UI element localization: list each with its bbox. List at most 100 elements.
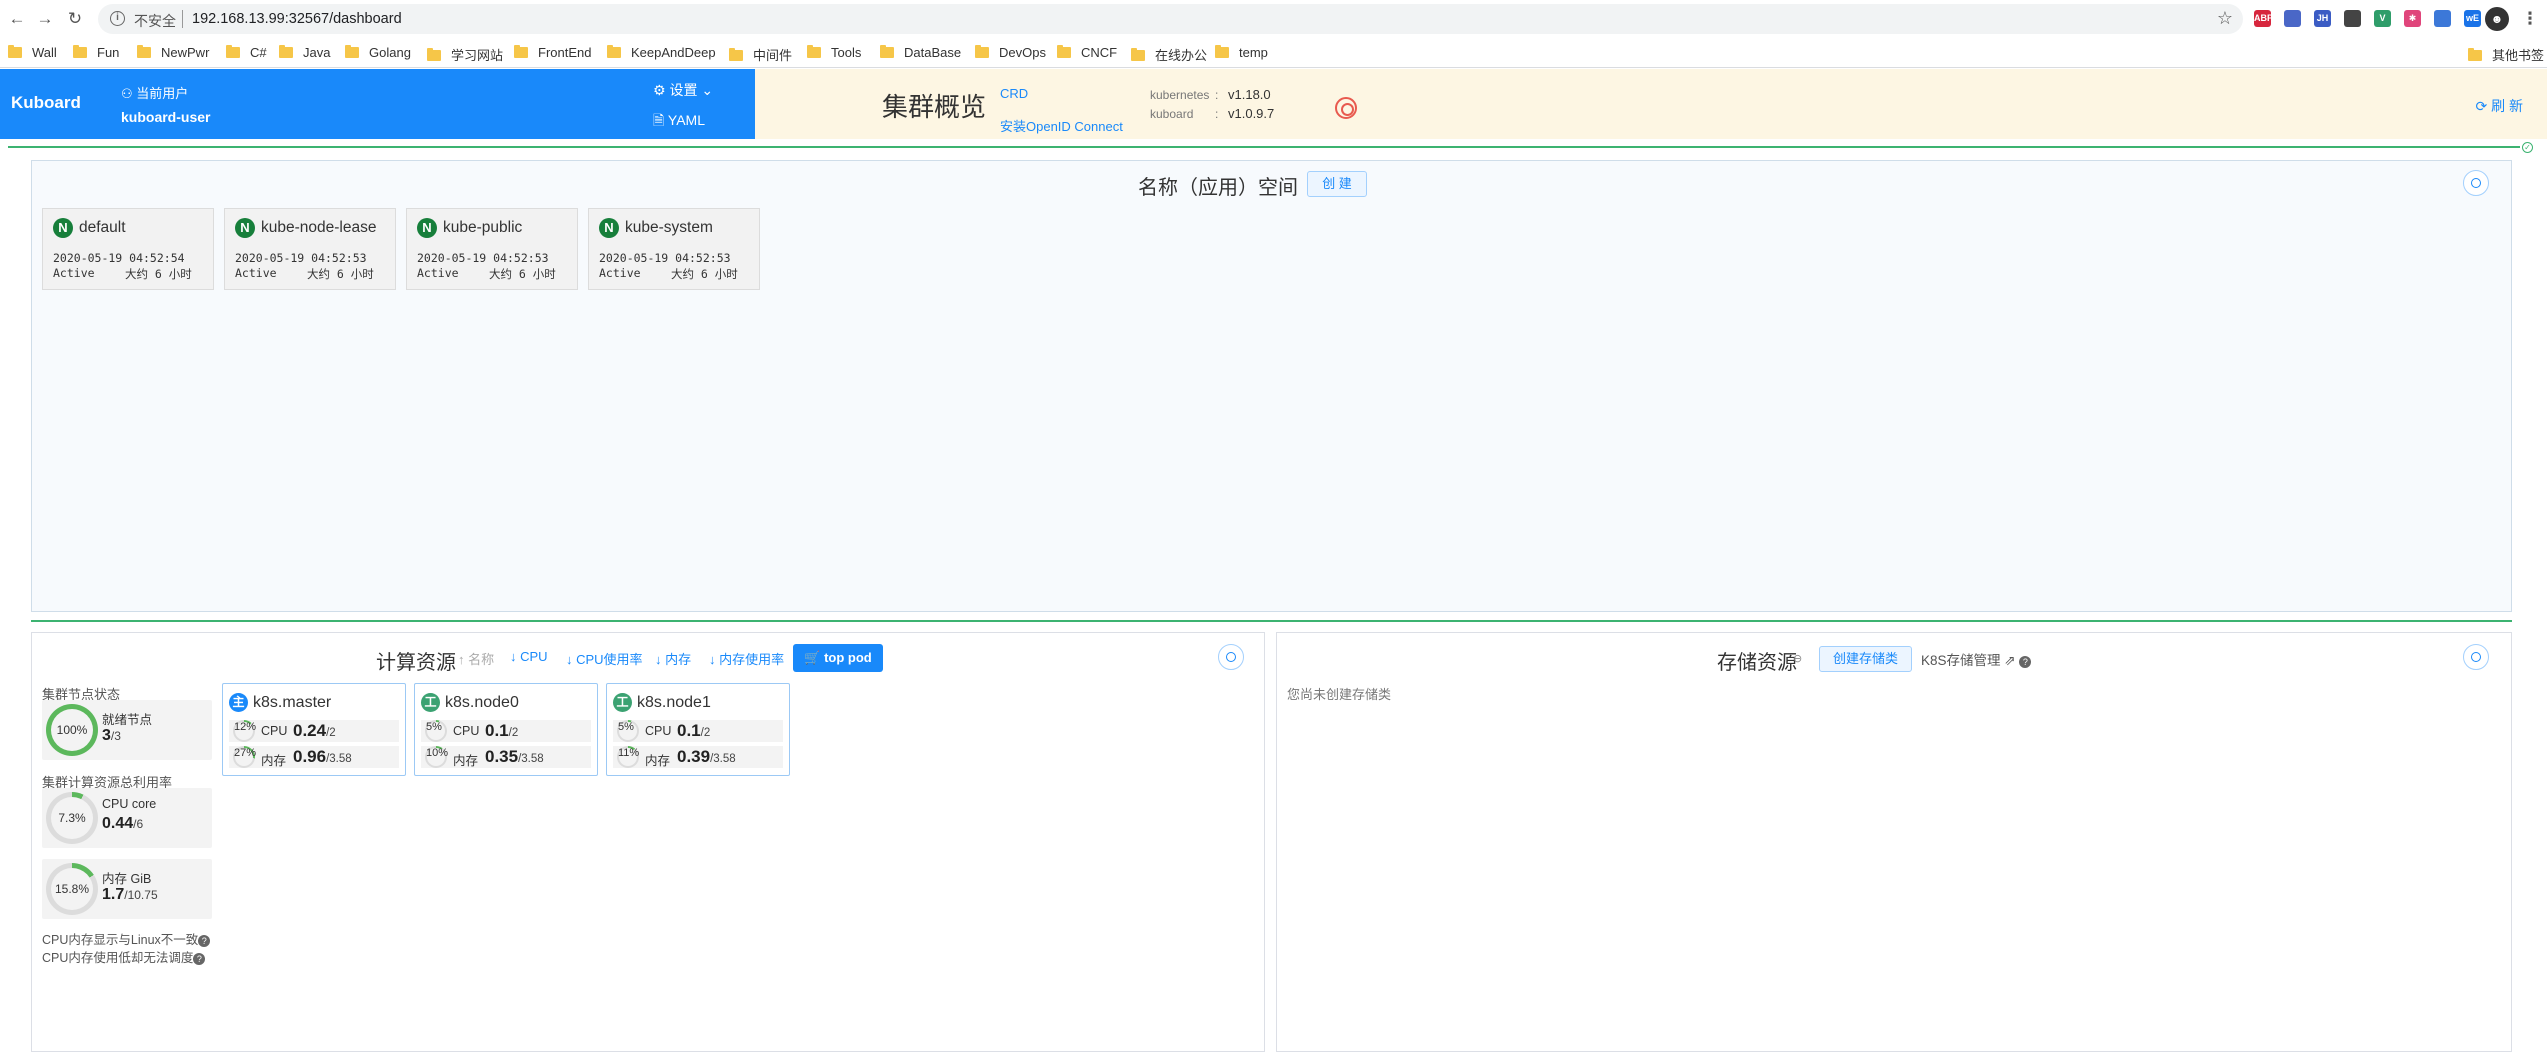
bookmark-item[interactable]: Golang xyxy=(345,45,411,63)
external-link-icon: ⇗ xyxy=(2000,653,2020,668)
question-icon: ? xyxy=(193,953,206,965)
bookmark-item[interactable]: DataBase xyxy=(880,45,961,63)
forward-arrow-icon[interactable]: → xyxy=(34,8,56,30)
bookmark-item[interactable]: C# xyxy=(226,45,267,63)
folder-icon xyxy=(514,45,528,58)
folder-icon xyxy=(1215,45,1229,58)
namespace-card[interactable]: Ndefault 2020-05-19 04:52:54 Active 大约 6 小时 xyxy=(42,208,214,290)
bookmark-item[interactable]: Wall xyxy=(8,45,57,63)
info-icon[interactable]: ⊖ xyxy=(1793,652,1802,665)
crd-link[interactable]: CRD xyxy=(1000,86,1028,101)
namespace-card[interactable]: Nkube-public 2020-05-19 04:52:53 Active 大约 … xyxy=(406,208,578,290)
cpu-mem-schedule-note[interactable]: CPU内存使用低却无法调度? xyxy=(42,947,206,966)
folder-icon xyxy=(1057,45,1071,58)
namespace-name: kube-system xyxy=(625,219,713,236)
sort-by-memory[interactable]: ↓ 内存 xyxy=(655,649,691,668)
settings-button[interactable]: ⚙ 设置 ⌄ xyxy=(653,80,713,100)
sort-by-memory-usage[interactable]: ↓ 内存使用率 xyxy=(709,649,784,668)
bookmark-item[interactable]: 学习网站 xyxy=(427,45,503,63)
openid-connect-link[interactable]: 安装OpenID Connect xyxy=(1000,116,1123,135)
bookmark-item[interactable]: 中间件 xyxy=(729,45,792,63)
current-user-name: kuboard-user xyxy=(121,109,211,125)
url-text[interactable]: 192.168.13.99:32567/dashboard xyxy=(192,11,402,27)
bookmark-item[interactable]: CNCF xyxy=(1057,45,1117,63)
folder-icon xyxy=(427,48,441,61)
bookmark-item[interactable]: Tools xyxy=(807,45,861,63)
bookmark-other[interactable]: 其他书签 xyxy=(2468,45,2544,63)
yaml-button[interactable]: 🗎 YAML xyxy=(653,110,705,134)
jh-icon[interactable]: JH xyxy=(2314,10,2331,27)
user-icon: ⚇ xyxy=(121,86,137,101)
sort-by-name[interactable]: ↑ 名称 xyxy=(458,649,494,668)
reload-icon[interactable]: ↻ xyxy=(64,8,86,30)
node-name: k8s.node1 xyxy=(637,694,711,711)
info-icon[interactable]: i xyxy=(110,11,125,26)
screen-icon[interactable] xyxy=(2344,10,2361,27)
back-arrow-icon[interactable]: ← xyxy=(6,8,28,30)
node-name: k8s.node0 xyxy=(445,694,519,711)
wappalyzer-icon[interactable] xyxy=(2434,10,2451,27)
fullscreen-icon[interactable] xyxy=(1218,644,1244,670)
bookmark-item[interactable]: Fun xyxy=(73,45,119,63)
namespace-created: 2020-05-19 04:52:53 xyxy=(599,251,731,265)
menu-kebab-icon[interactable]: ⋮ xyxy=(2519,8,2541,30)
compute-panel-title: 计算资源 xyxy=(376,652,456,674)
folder-icon xyxy=(975,45,989,58)
bookmark-star-icon[interactable]: ☆ xyxy=(2217,8,2233,29)
node-card[interactable]: 工 k8s.node0 5% CPU 0.1/2 10% 内存 0.35/3.58 xyxy=(414,683,598,776)
bookmark-item[interactable]: 在线办公 xyxy=(1131,45,1207,63)
bookmark-item[interactable]: temp xyxy=(1215,45,1268,63)
namespace-name: default xyxy=(79,219,126,236)
sort-by-cpu-usage[interactable]: ↓ CPU使用率 xyxy=(566,649,643,668)
cpu-label: CPU xyxy=(261,724,288,738)
create-namespace-button[interactable]: 创 建 xyxy=(1307,171,1367,197)
refresh-button[interactable]: ⟳ 刷 新 xyxy=(2475,96,2523,116)
address-divider xyxy=(182,10,183,28)
adblock-icon[interactable]: ABP xyxy=(2254,10,2273,27)
node-card[interactable]: 主 k8s.master 12% CPU 0.24/2 27% 内存 0.96/3.58 xyxy=(222,683,406,776)
cart-icon: 🛒 xyxy=(804,650,825,665)
cpu-mem-linux-note[interactable]: CPU内存显示与Linux不一致? xyxy=(42,929,211,948)
fullscreen-icon[interactable] xyxy=(2463,170,2489,196)
fullscreen-icon[interactable] xyxy=(2463,644,2489,670)
calendar-icon[interactable] xyxy=(2284,10,2301,27)
memory-total-box: 15.8% 内存 GiB 1.7/10.75 xyxy=(42,859,212,919)
node-memory-row: 11% 内存 0.39/3.58 xyxy=(613,746,783,768)
brand-logo[interactable]: Kuboard xyxy=(11,93,81,113)
snowflake-icon[interactable]: ✱ xyxy=(2404,10,2421,27)
node-cpu-row: 5% CPU 0.1/2 xyxy=(421,720,591,742)
create-storage-class-button[interactable]: 创建存储类 xyxy=(1819,646,1912,672)
bookmark-item[interactable]: FrontEnd xyxy=(514,45,591,63)
lifebuoy-help-icon[interactable] xyxy=(1335,97,1357,119)
address-bar[interactable]: i 不安全 192.168.13.99:32567/dashboard ☆ xyxy=(98,4,2243,34)
ready-nodes-caption: 就绪节点 xyxy=(102,713,153,727)
page-title: 集群概览 xyxy=(882,92,987,122)
namespace-badge-icon: N xyxy=(235,218,255,238)
folder-icon xyxy=(807,45,821,58)
bookmark-item[interactable]: DevOps xyxy=(975,45,1046,63)
memory-total-caption: 内存 GiB xyxy=(102,872,152,886)
node-card[interactable]: 工 k8s.node1 5% CPU 0.1/2 11% 内存 0.39/3.58 xyxy=(606,683,790,776)
k8s-storage-link[interactable]: K8S存储管理 ⇗ ? xyxy=(1921,649,2032,669)
memory-label: 内存 xyxy=(645,754,671,768)
namespace-card[interactable]: Nkube-system 2020-05-19 04:52:53 Active 大约 … xyxy=(588,208,760,290)
bookmark-item[interactable]: KeepAndDeep xyxy=(607,45,716,63)
namespace-badge-icon: N xyxy=(53,218,73,238)
namespace-card[interactable]: Nkube-node-lease 2020-05-19 04:52:53 Activ… xyxy=(224,208,396,290)
we-icon[interactable]: wE xyxy=(2464,10,2481,27)
cpu-value: 0.24/2 xyxy=(293,721,336,740)
storage-panel xyxy=(1276,632,2512,1052)
profile-avatar-icon[interactable]: ☻ xyxy=(2485,7,2509,31)
vue-icon[interactable]: V xyxy=(2374,10,2391,27)
memory-label: 内存 xyxy=(453,754,479,768)
node-cpu-row: 5% CPU 0.1/2 xyxy=(613,720,783,742)
bookmark-item[interactable]: NewPwr xyxy=(137,45,209,63)
folder-icon xyxy=(729,48,743,61)
bookmark-item[interactable]: Java xyxy=(279,45,330,63)
top-pod-button[interactable]: 🛒 top pod xyxy=(793,644,883,672)
cpu-value: 0.1/2 xyxy=(677,721,711,740)
namespace-panel xyxy=(31,160,2512,612)
current-user-caption: ⚇ 当前用户 xyxy=(121,86,189,101)
sort-by-cpu[interactable]: ↓ CPU xyxy=(510,649,548,664)
namespace-name: kube-public xyxy=(443,219,523,236)
